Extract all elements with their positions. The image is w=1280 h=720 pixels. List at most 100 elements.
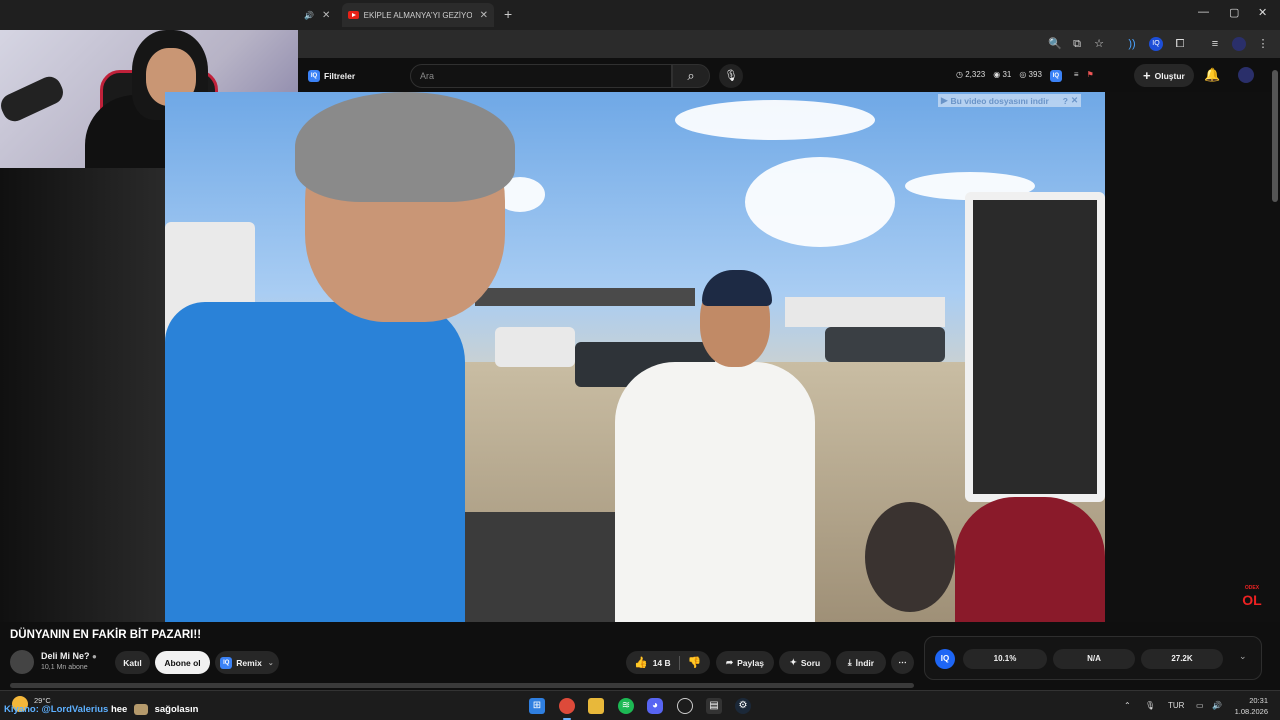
create-button[interactable]: + Oluştur: [1134, 64, 1194, 87]
horizontal-scrollbar[interactable]: [10, 683, 914, 688]
subscriber-count: 10,1 Mn abone: [41, 664, 88, 671]
chat-overlay: Kiyano: @LordValerius hee sağolasın: [4, 704, 198, 715]
folder-icon[interactable]: [588, 698, 604, 714]
start-windows-icon[interactable]: ⊞: [529, 698, 545, 714]
iq-icon[interactable]: IQ: [1049, 70, 1062, 82]
iq-stat-percent: 10.1%: [963, 649, 1047, 669]
car: [825, 327, 945, 362]
cast-icon[interactable]: ⧉: [1070, 37, 1084, 51]
like-count: 14 B: [652, 657, 671, 668]
chevron-up-icon[interactable]: ⌃: [1124, 701, 1131, 710]
microphone-icon[interactable]: 🎙: [1145, 701, 1155, 710]
filters-button[interactable]: IQ Filtreler: [308, 67, 355, 85]
channel-avatar[interactable]: [10, 650, 34, 674]
page-scrollbar[interactable]: [1272, 70, 1278, 202]
download-banner-label: Bu video dosyasını indir: [950, 95, 1049, 106]
download-icon: ⤓: [847, 657, 852, 667]
remix-button[interactable]: IQ Remix ⌄: [215, 651, 279, 674]
network-icon[interactable]: ▭: [1196, 701, 1204, 710]
puzzle-icon[interactable]: ⧠: [1173, 37, 1187, 51]
spotify-icon[interactable]: ≋: [618, 698, 634, 714]
tab-audio[interactable]: 🔊 ✕: [298, 3, 338, 27]
create-label: Oluştur: [1154, 70, 1185, 81]
notification-off-icon[interactable]: ⚑: [1087, 70, 1094, 82]
more-button[interactable]: ⋯: [891, 651, 914, 674]
chevron-down-icon: ⌄: [267, 659, 274, 667]
browser-toolbar: 🔍 ⧉ ☆ )) IQ ⧠ ≡ ⋮: [298, 30, 1280, 58]
play-icon: ▶: [941, 95, 948, 105]
iq-stat-count: 27.2K: [1141, 649, 1223, 669]
queue-icon[interactable]: ≡: [1208, 37, 1222, 51]
iq-stat-na: N/A: [1053, 649, 1135, 669]
browser-tabbar: 🔊 ✕ EKİPLE ALMANYA'YI GEZİYORUZ ✕ + — ▢ …: [0, 0, 1280, 30]
iq-icon: IQ: [308, 70, 320, 82]
man-blue-shirt: [165, 302, 465, 622]
language-indicator[interactable]: TUR: [1168, 701, 1184, 710]
baseball-cap: [702, 270, 772, 306]
iq-icon: IQ: [220, 656, 233, 669]
menu-dots-icon[interactable]: ⋮: [1256, 37, 1270, 51]
channel-watermark-logo: ODEX OL: [1242, 585, 1262, 608]
steam-icon[interactable]: ⚙: [735, 698, 751, 714]
new-tab-button[interactable]: +: [504, 6, 512, 22]
download-button[interactable]: ⤓ İndir: [836, 651, 886, 674]
iq-stats-panel: IQ 10.1% N/A 27.2K ⌄: [924, 636, 1262, 680]
youtube-icon: [348, 11, 359, 19]
plus-icon: +: [1143, 68, 1151, 83]
close-icon[interactable]: ✕: [1071, 95, 1078, 106]
clock-date: 1.08.2026: [1234, 707, 1268, 716]
clock-time: 20:31: [1249, 696, 1268, 705]
maximize-button[interactable]: ▢: [1229, 6, 1239, 19]
video-player[interactable]: [165, 92, 1105, 622]
divider: [678, 655, 680, 670]
minimize-button[interactable]: —: [1198, 6, 1209, 18]
like-button[interactable]: 👍 14 B: [634, 656, 671, 669]
tab-video[interactable]: EKİPLE ALMANYA'YI GEZİYORUZ ✕: [342, 3, 494, 27]
obs-icon[interactable]: [677, 698, 693, 714]
sparkle-icon: ✦: [789, 657, 797, 667]
extension-iq-icon[interactable]: IQ: [1149, 37, 1163, 51]
microphone: [0, 72, 67, 126]
profile-avatar[interactable]: [1232, 37, 1246, 51]
thumbs-up-icon: 👍: [634, 657, 648, 669]
close-icon[interactable]: ✕: [480, 10, 488, 21]
zoom-icon[interactable]: 🔍: [1048, 37, 1062, 51]
search-input[interactable]: Ara: [410, 64, 672, 88]
download-video-banner[interactable]: ▶ Bu video dosyasını indir ? ✕: [938, 94, 1082, 107]
right-background: [1105, 92, 1280, 622]
close-window-button[interactable]: ✕: [1258, 6, 1267, 19]
mic-icon[interactable]: 🎙: [719, 64, 743, 88]
help-icon[interactable]: ?: [1063, 96, 1068, 106]
list-icon[interactable]: ≡: [1074, 70, 1079, 82]
verified-icon: ●: [92, 652, 97, 661]
person-red-shirt: [955, 497, 1105, 622]
stat-views: ◉ 31: [993, 70, 1012, 79]
youtube-header: IQ Filtreler Ara ⌕ 🎙 ◷ 2,323 ◉ 31 ◎ 393 …: [298, 58, 1280, 92]
remix-label: Remix: [236, 657, 262, 668]
hat: [865, 502, 955, 612]
share-label: Paylaş: [737, 657, 765, 668]
extension-wave-icon[interactable]: )): [1125, 37, 1139, 51]
terminal-icon[interactable]: ▤: [706, 698, 722, 714]
discord-icon[interactable]: ◕: [647, 698, 663, 714]
download-label: İndir: [855, 657, 875, 668]
star-icon[interactable]: ☆: [1092, 37, 1106, 51]
search-icon[interactable]: ⌕: [672, 64, 710, 88]
bell-icon[interactable]: 🔔: [1204, 67, 1220, 83]
chevron-down-icon[interactable]: ⌄: [1239, 651, 1247, 662]
channel-name[interactable]: Deli Mi Ne? ●: [41, 651, 97, 661]
extension-stats: ◷ 2,323 ◉ 31 ◎ 393 IQ ≡ ⚑: [956, 70, 1094, 82]
join-button[interactable]: Katıl: [115, 651, 150, 674]
chrome-icon[interactable]: [559, 698, 575, 720]
building: [785, 297, 945, 327]
share-button[interactable]: ➦ Paylaş: [716, 651, 774, 674]
close-icon[interactable]: ✕: [322, 10, 330, 21]
account-avatar[interactable]: [1238, 67, 1254, 83]
subscribe-button[interactable]: Abone ol: [155, 651, 210, 674]
ask-button[interactable]: ✦ Soru: [779, 651, 831, 674]
van-right: [965, 192, 1105, 502]
dislike-button[interactable]: 👎: [688, 656, 702, 669]
stat-eye: ◎ 393: [1019, 70, 1042, 79]
system-clock[interactable]: 20:31 1.08.2026: [1230, 695, 1268, 717]
volume-icon[interactable]: 🔊: [1212, 701, 1222, 710]
